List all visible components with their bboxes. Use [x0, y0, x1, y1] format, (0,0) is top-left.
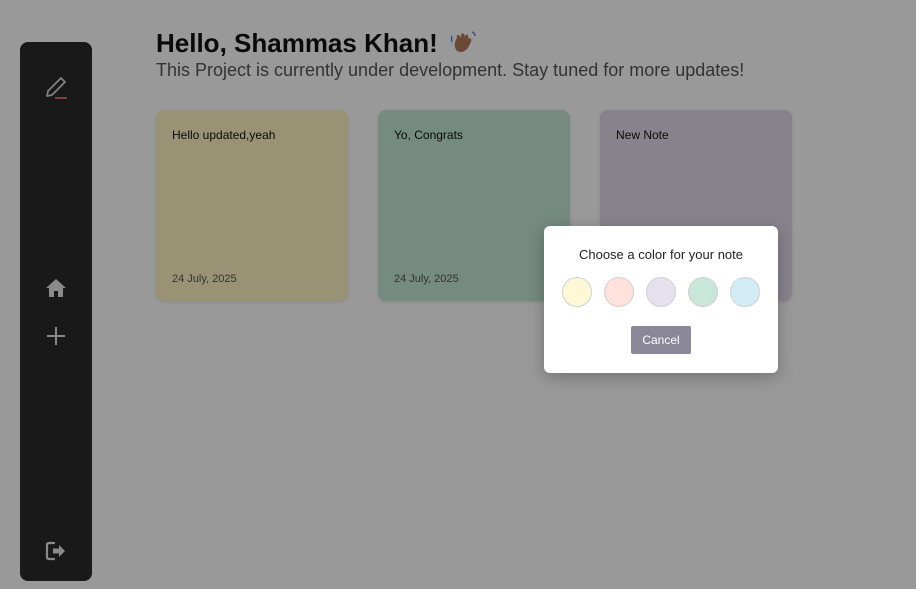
color-swatches — [562, 277, 760, 307]
color-swatch-lavender[interactable] — [646, 277, 676, 307]
color-swatch-yellow[interactable] — [562, 277, 592, 307]
color-picker-dialog: Choose a color for your note Cancel — [544, 226, 778, 373]
modal-backdrop[interactable] — [0, 0, 916, 589]
dialog-title: Choose a color for your note — [578, 247, 744, 262]
color-swatch-blue[interactable] — [730, 277, 760, 307]
color-swatch-green[interactable] — [688, 277, 718, 307]
cancel-button[interactable]: Cancel — [631, 326, 691, 354]
color-swatch-pink[interactable] — [604, 277, 634, 307]
